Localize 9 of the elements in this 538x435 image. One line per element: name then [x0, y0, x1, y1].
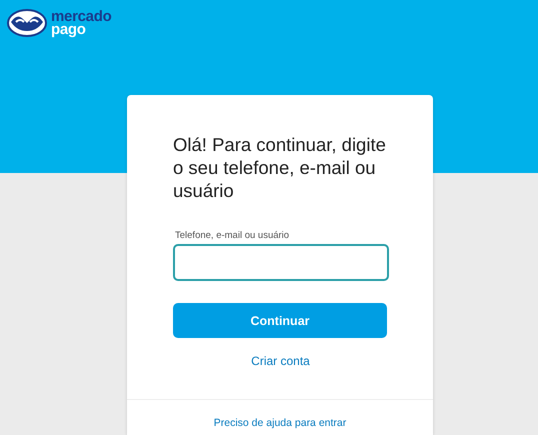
- help-link[interactable]: Preciso de ajuda para entrar: [214, 417, 346, 429]
- input-field[interactable]: [173, 244, 389, 281]
- heading: Olá! Para continuar, digite o seu telefone, e-mail ou usuário: [173, 133, 387, 202]
- field-label: Telefone, e-mail ou usuário: [174, 230, 290, 241]
- handshake-logo-icon: [7, 9, 47, 37]
- logo-text: pago: [51, 23, 86, 36]
- create-account-link[interactable]: Criar conta: [251, 354, 310, 368]
- logo-text: mercado: [51, 10, 112, 23]
- continue-button[interactable]: Continuar: [173, 303, 387, 338]
